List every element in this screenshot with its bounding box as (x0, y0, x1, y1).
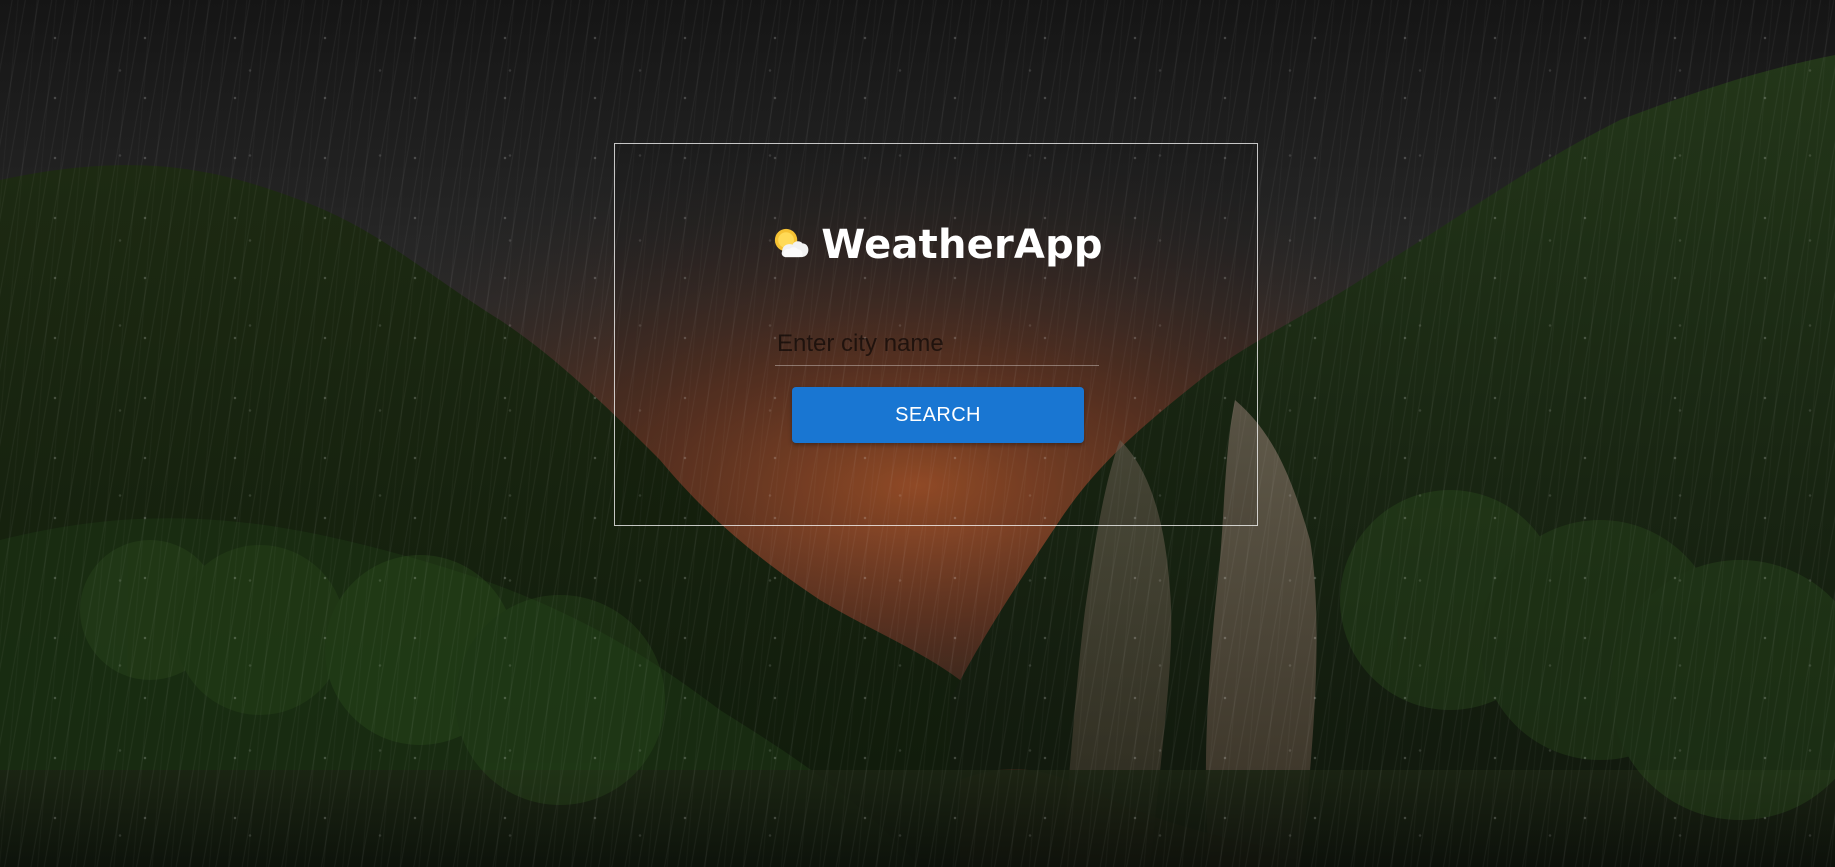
app-root: WeatherApp SEARCH (0, 0, 1835, 867)
app-header: WeatherApp (615, 219, 1257, 269)
city-input[interactable] (775, 322, 1099, 366)
city-search-field[interactable] (775, 322, 1099, 366)
app-title: WeatherApp (821, 222, 1103, 268)
search-card: WeatherApp SEARCH (614, 143, 1258, 526)
sun-behind-cloud-icon (775, 228, 809, 258)
search-button[interactable]: SEARCH (792, 387, 1084, 443)
